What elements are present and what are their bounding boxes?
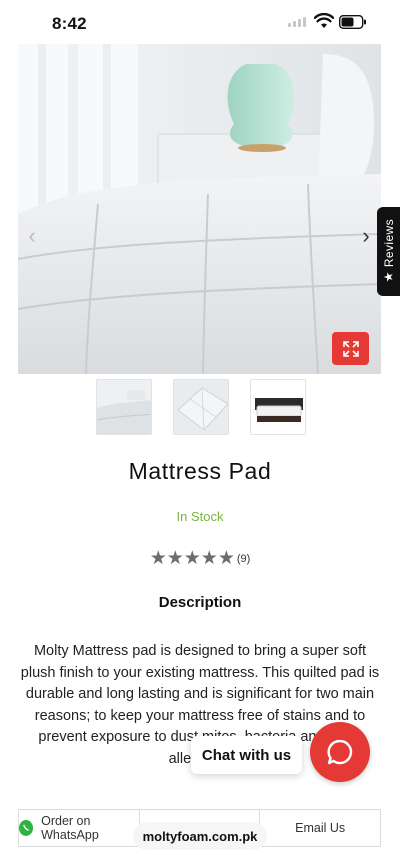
chevron-right-icon[interactable]: › [356,224,376,248]
status-bar: 8:42 [0,0,400,44]
product-photo [18,44,381,374]
expand-icon [342,340,359,357]
thumbnail-2[interactable] [173,379,229,435]
whatsapp-icon [19,820,34,836]
chat-prompt[interactable]: Chat with us [191,736,302,774]
thumbnail-strip [96,379,306,435]
reviews-tab[interactable]: Reviews ★ [377,207,400,296]
chat-button[interactable] [310,722,370,782]
product-title: Mattress Pad [128,458,272,484]
star-icon: ★ [381,271,396,283]
browser-url-pill[interactable]: moltyfoam.com.pk [133,822,267,850]
thumbnail-1[interactable] [96,379,152,435]
stock-status: In Stock [176,509,224,524]
signal-icon [288,17,306,27]
chevron-left-icon[interactable]: ‹ [22,224,42,248]
rating-count: (9) [236,552,251,565]
thumbnail-3[interactable] [250,379,306,435]
expand-image-button[interactable] [332,332,369,365]
email-us-button[interactable]: Email Us [260,810,380,846]
product-image[interactable]: ‹ › [18,44,381,374]
status-time: 8:42 [52,14,87,33]
battery-icon [339,15,366,29]
order-whatsapp-button[interactable]: Order on WhatsApp [19,810,140,846]
description-heading: Description [158,594,242,611]
email-label: Email Us [295,821,346,835]
wifi-icon [314,13,334,28]
reviews-tab-label: Reviews [381,218,396,268]
rating-stars: ★★★★★ [149,548,235,569]
whatsapp-label: Order on WhatsApp [41,814,99,842]
product-rating[interactable]: ★★★★★ (9) [0,547,400,570]
chat-icon [327,739,353,765]
